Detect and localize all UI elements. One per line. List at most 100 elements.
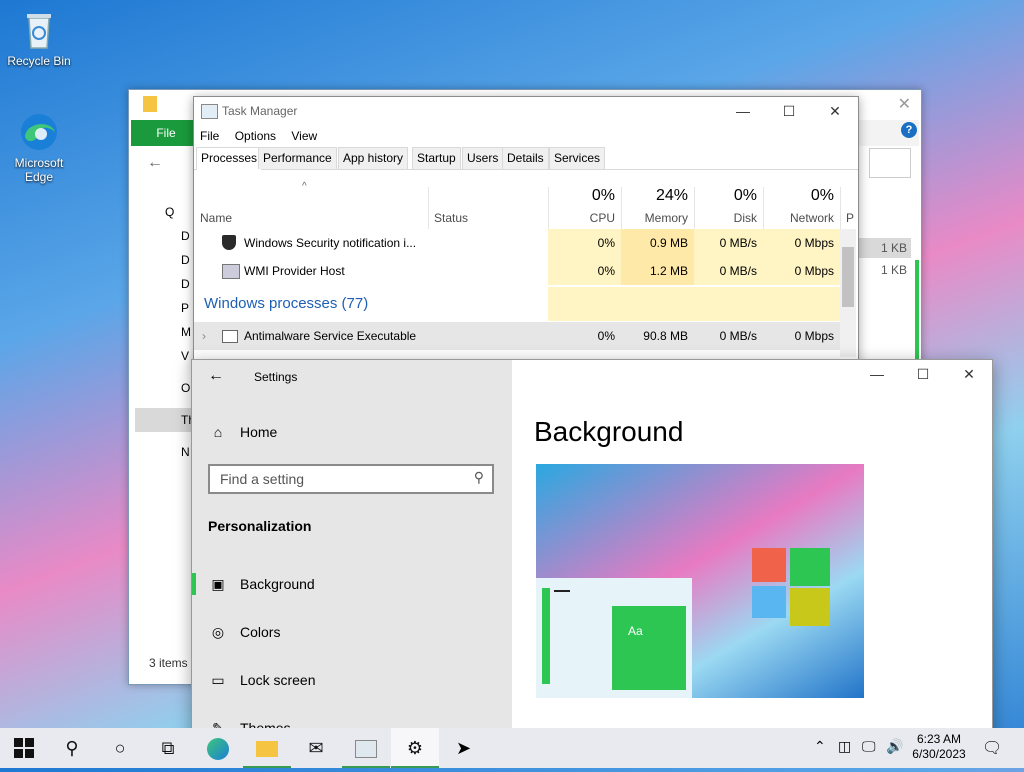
disk-cell: 0 MB/s bbox=[694, 257, 763, 285]
file-tab[interactable]: File bbox=[131, 120, 201, 146]
tab-performance[interactable]: Performance bbox=[258, 147, 337, 169]
cpu-cell bbox=[548, 287, 621, 321]
palette-icon: ◎ bbox=[211, 624, 225, 640]
nav-item[interactable]: V bbox=[135, 344, 195, 368]
minimize-button[interactable]: — bbox=[720, 97, 766, 125]
logo-tile bbox=[790, 588, 830, 626]
taskbar: ⚲ ○ ⧉ ✉ ⚙ ➤ ⌃ ◫ 🖵 🔊 6:23 AM 6/30/2023 🗨 bbox=[0, 728, 1024, 768]
recycle-bin-desktop-icon[interactable]: Recycle Bin bbox=[1, 8, 77, 68]
nav-item-this-pc[interactable]: Th bbox=[135, 408, 195, 432]
nav-item[interactable]: D bbox=[135, 224, 195, 248]
notification-icon[interactable]: 🗨 bbox=[982, 738, 1002, 758]
tab-strip: Processes Performance App history Startu… bbox=[194, 147, 858, 170]
group-header-row[interactable]: Windows processes (77) bbox=[194, 287, 840, 321]
nav-item[interactable]: M bbox=[135, 320, 195, 344]
close-button[interactable]: ✕ bbox=[946, 366, 992, 383]
nav-item[interactable]: Q bbox=[135, 200, 195, 224]
desktop-icon-label: Microsoft Edge bbox=[14, 156, 64, 184]
tab-startup[interactable]: Startup bbox=[412, 147, 461, 169]
nav-item-network[interactable]: N bbox=[135, 440, 195, 464]
recycle-bin-icon bbox=[17, 8, 61, 52]
settings-window[interactable]: ← Settings ⌂ Home Find a setting ⚲ Person… bbox=[191, 359, 993, 741]
disk-cell: 0 MB/s bbox=[694, 229, 763, 257]
close-icon[interactable]: ✕ bbox=[898, 94, 911, 114]
menu-file[interactable]: File bbox=[200, 129, 219, 143]
preview-list bbox=[554, 590, 570, 676]
tab-details[interactable]: Details bbox=[502, 147, 549, 169]
task-manager-window[interactable]: Task Manager — ☐ ✕ File Options View Pro… bbox=[193, 96, 859, 368]
title-bar: Task Manager — ☐ ✕ bbox=[194, 97, 858, 125]
cortana-icon[interactable]: ○ bbox=[96, 728, 144, 768]
column-memory[interactable]: 24% Memory bbox=[621, 187, 695, 229]
column-disk[interactable]: 0% Disk bbox=[694, 187, 764, 229]
back-arrow-icon[interactable]: ← bbox=[208, 367, 224, 385]
page-title: Background bbox=[534, 416, 684, 447]
nav-home[interactable]: ⌂ Home bbox=[208, 424, 278, 440]
volume-icon[interactable]: 🔊 bbox=[886, 738, 903, 755]
maximize-button[interactable]: ☐ bbox=[900, 366, 946, 383]
column-name[interactable]: Name bbox=[194, 187, 429, 229]
show-hidden-icons-chevron-icon[interactable]: ⌃ bbox=[814, 738, 826, 755]
column-network[interactable]: 0% Network bbox=[763, 187, 841, 229]
clock[interactable]: 6:23 AM 6/30/2023 bbox=[908, 732, 970, 762]
menu-options[interactable]: Options bbox=[235, 129, 276, 143]
column-cpu[interactable]: 0% CPU bbox=[548, 187, 622, 229]
task-view-icon[interactable]: ⧉ bbox=[144, 728, 192, 768]
maximize-button[interactable]: ☐ bbox=[766, 97, 812, 125]
tab-processes[interactable]: Processes bbox=[196, 147, 263, 170]
search-box[interactable] bbox=[869, 148, 911, 178]
edge-icon[interactable] bbox=[194, 728, 242, 768]
vertical-scrollbar[interactable] bbox=[840, 229, 856, 357]
column-status[interactable]: Status bbox=[428, 187, 549, 229]
start-button[interactable] bbox=[0, 728, 48, 768]
search-icon[interactable]: ⚲ bbox=[48, 728, 96, 768]
nav-label: Lock screen bbox=[240, 672, 316, 688]
edge-desktop-icon[interactable]: Microsoft Edge bbox=[1, 110, 77, 184]
status-bar-items: 3 items bbox=[149, 656, 188, 670]
picture-icon: ▣ bbox=[211, 576, 225, 592]
background-preview: Aa bbox=[536, 464, 864, 698]
cpu-cell: 0% bbox=[548, 229, 621, 257]
network-cell: 0 Mbps bbox=[763, 322, 840, 350]
table-row[interactable]: › Antimalware Service Executable 0% 90.8… bbox=[194, 322, 840, 350]
nav-background[interactable]: ▣ Background bbox=[208, 576, 314, 593]
process-name: Windows Security notification i... bbox=[244, 236, 417, 250]
meet-now-icon[interactable]: ◫ bbox=[838, 738, 851, 755]
nav-item-onedrive[interactable]: O bbox=[135, 376, 195, 400]
nav-lock-screen[interactable]: ▭ Lock screen bbox=[208, 672, 315, 689]
shield-icon bbox=[222, 235, 236, 250]
help-icon[interactable]: ? bbox=[901, 122, 917, 138]
mail-icon[interactable]: ✉ bbox=[292, 728, 340, 768]
tab-users[interactable]: Users bbox=[462, 147, 504, 169]
search-icon: ⚲ bbox=[473, 469, 484, 485]
table-row[interactable]: WMI Provider Host 0% 1.2 MB 0 MB/s 0 Mbp… bbox=[194, 257, 840, 285]
table-row[interactable]: Windows Security notification i... 0% 0.… bbox=[194, 229, 840, 257]
tab-app-history[interactable]: App history bbox=[338, 147, 409, 169]
minimize-button[interactable]: — bbox=[854, 366, 900, 382]
expand-chevron-icon[interactable]: › bbox=[202, 322, 206, 350]
nav-item[interactable]: D bbox=[135, 272, 195, 296]
preview-sidebar bbox=[542, 588, 550, 684]
home-icon: ⌂ bbox=[213, 424, 223, 440]
search-input[interactable]: Find a setting ⚲ bbox=[208, 464, 494, 494]
tab-services[interactable]: Services bbox=[549, 147, 606, 169]
memory-cell bbox=[621, 287, 694, 321]
nav-colors[interactable]: ◎ Colors bbox=[208, 624, 281, 641]
lock-screen-icon: ▭ bbox=[211, 672, 225, 688]
nav-item[interactable]: D bbox=[135, 248, 195, 272]
scrollbar-thumb[interactable] bbox=[842, 247, 854, 307]
cpu-cell: 0% bbox=[548, 322, 621, 350]
network-icon[interactable]: 🖵 bbox=[862, 738, 876, 755]
menu-view[interactable]: View bbox=[291, 129, 317, 143]
task-manager-icon[interactable] bbox=[342, 728, 390, 768]
settings-gear-icon[interactable]: ⚙ bbox=[391, 728, 439, 768]
nav-item[interactable]: P bbox=[135, 296, 195, 320]
file-explorer-icon[interactable] bbox=[243, 728, 291, 768]
close-button[interactable]: ✕ bbox=[812, 97, 858, 125]
process-name: WMI Provider Host bbox=[244, 264, 345, 278]
memory-cell: 0.9 MB bbox=[621, 229, 694, 257]
active-indicator bbox=[192, 573, 196, 595]
column-power[interactable]: P bbox=[840, 187, 856, 229]
back-arrow-icon[interactable]: ← bbox=[147, 154, 163, 172]
windows-logo-icon bbox=[14, 738, 34, 758]
